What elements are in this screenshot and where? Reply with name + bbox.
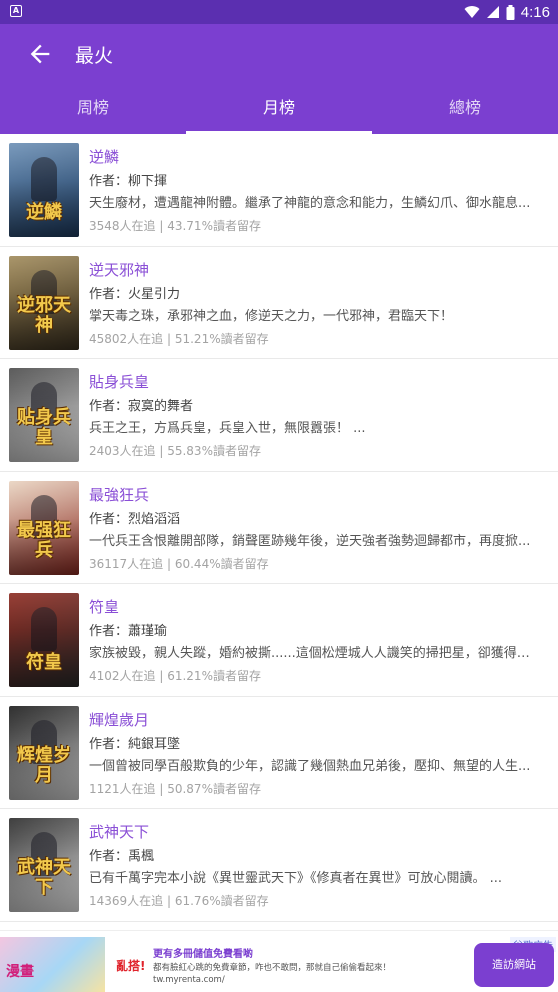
- notification-icon: A: [10, 5, 22, 17]
- book-list-item[interactable]: 贴身兵皇 貼身兵皇作者：寂寞的舞者兵王之王，方爲兵皇，兵皇入世，無限囂張！ ...…: [0, 359, 558, 472]
- ad-url: tw.myrenta.com/: [153, 975, 225, 985]
- wifi-icon: [464, 6, 480, 19]
- book-list: 逆鱗 逆鱗 作者：柳下揮 天生廢材，遭遇龍神附體。繼承了神龍的意念和能力，生鱗幻爪、御…: [0, 134, 558, 922]
- book-description: 掌天毒之珠，承邪神之血，修逆天之力，一代邪神，君臨天下！: [89, 308, 454, 324]
- status-icons: 4:16: [464, 3, 550, 21]
- status-bar: A 4:16: [0, 0, 558, 24]
- book-stats: 36117人在追 | 60.44%讀者留存: [89, 556, 269, 571]
- book-author: 作者：禹楓: [89, 849, 155, 864]
- book-info: 最強狂兵作者：烈焰滔滔一代兵王含恨離開部隊，銷聲匿跡幾年後，逆天強者強勢迴歸都市…: [89, 484, 540, 574]
- book-title[interactable]: 武神天下: [89, 821, 540, 843]
- cover-title-art: 逆鱗: [26, 202, 62, 223]
- book-description: 一代兵王含恨離開部隊，銷聲匿跡幾年後，逆天強者強勢迴歸都市，再度掀...: [89, 533, 531, 549]
- book-list-item[interactable]: 逆邪天神 逆天邪神作者：火星引力掌天毒之珠，承邪神之血，修逆天之力，一代邪神，君臨…: [0, 247, 558, 359]
- ad-brand: 亂搭!: [116, 959, 146, 973]
- cover-title-art: 符皇: [26, 652, 62, 673]
- visit-site-button[interactable]: 造訪網站: [474, 943, 554, 987]
- cover-title-art: 辉煌岁月: [17, 744, 71, 786]
- book-info: 逆鱗作者：柳下揮天生廢材，遭遇龍神附體。繼承了神龍的意念和能力，生鱗幻爪、御水龍…: [89, 146, 540, 236]
- book-list-item[interactable]: 辉煌岁月 輝煌歲月作者：純銀耳墜一個曾被同學百般欺負的少年，認識了幾個熱血兄弟後，…: [0, 697, 558, 809]
- book-cover-image[interactable]: 辉煌岁月: [9, 705, 79, 800]
- book-cover-image[interactable]: 最强狂兵: [9, 480, 79, 575]
- book-info: 武神天下作者：禹楓已有千萬字完本小說《異世靈武天下》《修真者在異世》可放心閱讀。…: [89, 821, 540, 911]
- book-stats: 4102人在追 | 61.21%讀者留存: [89, 669, 261, 683]
- book-cover-image[interactable]: 符皇: [9, 593, 79, 687]
- battery-icon: [506, 4, 515, 20]
- book-list-item[interactable]: 最强狂兵 最強狂兵作者：烈焰滔滔一代兵王含恨離開部隊，銷聲匿跡幾年後，逆天強者強勢…: [0, 472, 558, 584]
- book-info: 輝煌歲月作者：純銀耳墜一個曾被同學百般欺負的少年，認識了幾個熱血兄弟後，壓抑、無…: [89, 709, 540, 799]
- clock: 4:16: [520, 3, 550, 21]
- book-title[interactable]: 符皇: [89, 596, 540, 618]
- book-title[interactable]: 輝煌歲月: [89, 709, 540, 731]
- cover-title-art: 最强狂兵: [17, 519, 71, 561]
- book-stats: 2403人在追 | 55.83%讀者留存: [89, 444, 261, 458]
- book-description: 家族被毀，親人失蹤，婚約被撕......這個松煙城人人譏笑的掃把星，卻獲得百..…: [89, 646, 537, 661]
- book-list-item[interactable]: 武神天下 武神天下 作者：禹楓 已有千萬字完本小說《異世靈武天下》《修真者在異世》可放…: [0, 809, 558, 922]
- book-title[interactable]: 最強狂兵: [89, 484, 540, 506]
- page-title: 最火: [75, 45, 114, 67]
- book-author: 作者：火星引力: [89, 286, 181, 302]
- book-description: 兵王之王，方爲兵皇，兵皇入世，無限囂張！ ...: [89, 421, 366, 436]
- book-title[interactable]: 逆鱗: [89, 146, 540, 168]
- book-author: 作者：寂寞的舞者: [89, 399, 194, 414]
- back-arrow-icon[interactable]: [26, 40, 54, 68]
- book-cover-image[interactable]: 贴身兵皇: [9, 368, 79, 462]
- book-info: 符皇作者：蕭瑾瑜家族被毀，親人失蹤，婚約被撕......這個松煙城人人譏笑的掃把…: [89, 596, 540, 686]
- book-stats: 3548人在追 | 43.71%讀者留存: [89, 219, 261, 233]
- book-list-item[interactable]: 逆鱗 逆鱗 作者：柳下揮 天生廢材，遭遇龍神附體。繼承了神龍的意念和能力，生鱗幻爪、御…: [0, 134, 558, 247]
- book-author: 作者：柳下揮: [89, 174, 168, 189]
- tab-weekly[interactable]: 周榜: [0, 84, 186, 134]
- book-info: 逆天邪神作者：火星引力掌天毒之珠，承邪神之血，修逆天之力，一代邪神，君臨天下！ 4…: [89, 259, 540, 349]
- book-description: 已有千萬字完本小說《異世靈武天下》《修真者在異世》可放心閱讀。 ...: [89, 871, 503, 886]
- ad-image-text: 漫畫: [6, 964, 34, 980]
- cover-title-art: 武神天下: [17, 857, 71, 898]
- book-stats: 1121人在追 | 50.87%讀者留存: [89, 781, 261, 796]
- book-cover-image[interactable]: 逆邪天神: [9, 255, 79, 350]
- ad-banner[interactable]: 漫畫 亂搭! 更有多冊儲值免費看喲 都有臉紅心跳的免費章節，咋也不敢問，那就自己…: [0, 930, 558, 992]
- book-description: 一個曾被同學百般欺負的少年，認識了幾個熱血兄弟後，壓抑、無望的人生...: [89, 758, 531, 774]
- ad-description: 都有臉紅心跳的免費章節，咋也不敢問，那就自己偷偷看起來！: [153, 963, 392, 973]
- book-author: 作者：烈焰滔滔: [89, 511, 181, 527]
- book-author: 作者：蕭瑾瑜: [89, 624, 168, 639]
- book-description: 天生廢材，遭遇龍神附體。繼承了神龍的意念和能力，生鱗幻爪、御水龍息...: [89, 196, 531, 211]
- book-title[interactable]: 逆天邪神: [89, 259, 540, 281]
- app-bar: 最火: [0, 24, 558, 84]
- tab-monthly[interactable]: 月榜: [186, 84, 372, 134]
- ad-image[interactable]: 漫畫: [0, 937, 105, 992]
- book-title[interactable]: 貼身兵皇: [89, 371, 540, 393]
- ranking-tabs: 周榜 月榜 總榜: [0, 84, 558, 134]
- tab-all-time[interactable]: 總榜: [372, 84, 558, 134]
- book-cover-image[interactable]: 武神天下: [9, 818, 79, 912]
- book-info: 貼身兵皇作者：寂寞的舞者兵王之王，方爲兵皇，兵皇入世，無限囂張！ ... 2403…: [89, 371, 540, 461]
- signal-icon: [486, 6, 499, 18]
- cover-title-art: 逆邪天神: [17, 294, 71, 336]
- book-stats: 45802人在追 | 51.21%讀者留存: [89, 331, 269, 346]
- book-author: 作者：純銀耳墜: [89, 736, 181, 752]
- ad-headline[interactable]: 更有多冊儲值免費看喲: [153, 945, 253, 960]
- cover-title-art: 贴身兵皇: [17, 407, 71, 448]
- book-stats: 14369人在追 | 61.76%讀者留存: [89, 894, 269, 908]
- book-cover-image[interactable]: 逆鱗: [9, 143, 79, 237]
- book-list-item[interactable]: 符皇 符皇 作者：蕭瑾瑜 家族被毀，親人失蹤，婚約被撕......這個松煙城人人譏笑的…: [0, 584, 558, 697]
